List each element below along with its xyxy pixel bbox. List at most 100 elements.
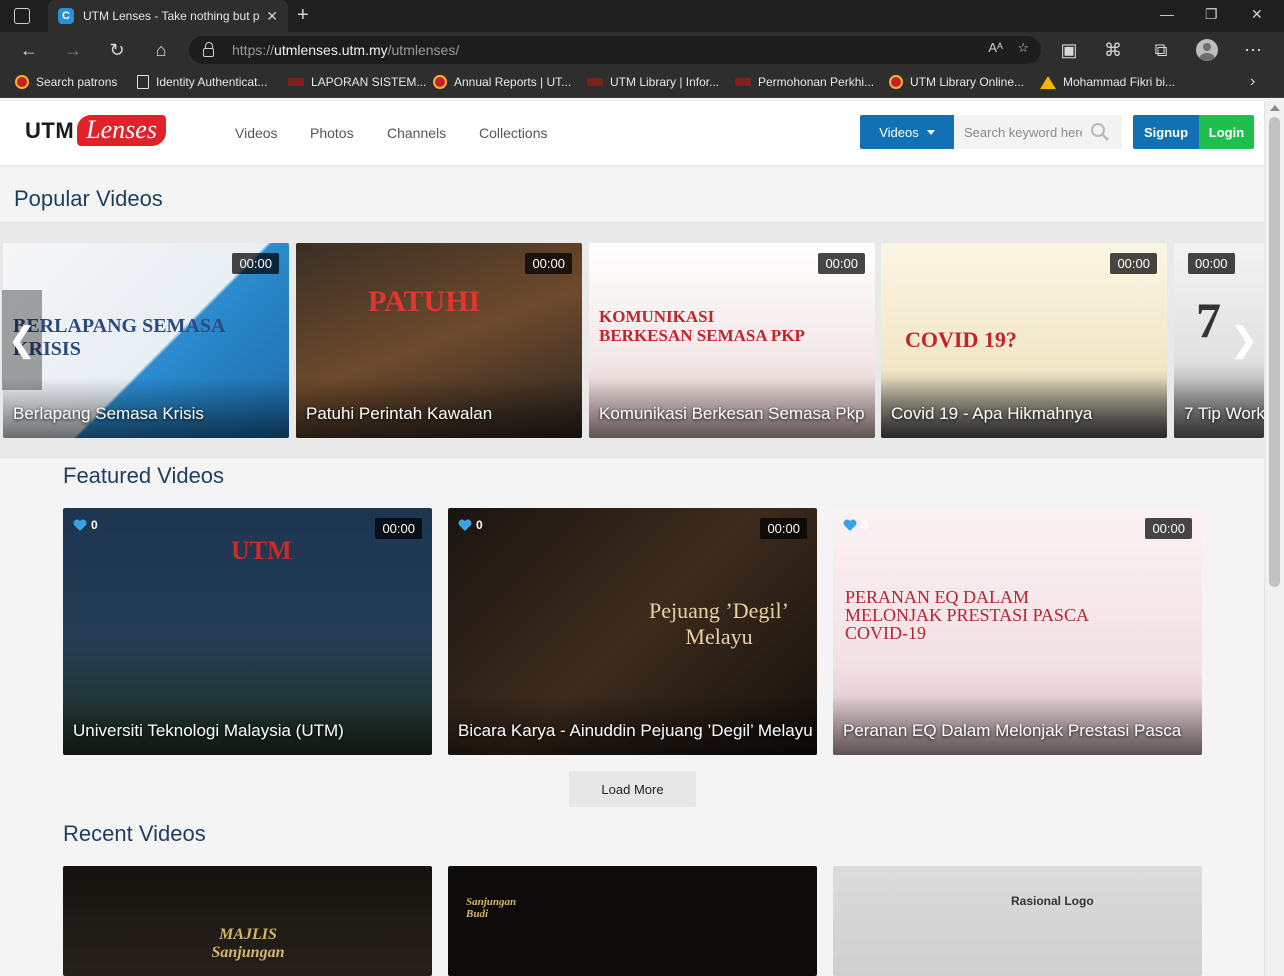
likes-count[interactable]: 0: [843, 518, 868, 532]
utm-seal-icon: [15, 75, 29, 89]
carousel-prev-icon[interactable]: ❮: [2, 290, 42, 390]
red-logo-icon: [288, 78, 304, 86]
browser-toolbar: ← → ↻ ⌂ https://utmlenses.utm.my/utmlens…: [0, 32, 1284, 68]
bookmark-permohonan[interactable]: Permohonan Perkhi...: [735, 75, 874, 89]
video-title[interactable]: Covid 19 - Apa Hikmahnya: [891, 404, 1092, 424]
scroll-up-icon[interactable]: [1270, 105, 1280, 111]
bookmark-laporan-sistem[interactable]: LAPORAN SISTEM...: [288, 75, 426, 89]
caret-down-icon: [926, 129, 935, 135]
url-path: /utmlenses/: [387, 42, 460, 58]
profile-avatar-icon[interactable]: [1196, 39, 1218, 61]
video-title[interactable]: Bicara Karya - Ainuddin Pejuang ’Degil’ …: [458, 721, 813, 741]
bookmark-label: Mohammad Fikri bi...: [1063, 75, 1176, 89]
bookmark-label: LAPORAN SISTEM...: [311, 75, 427, 89]
browser-tab-active[interactable]: C UTM Lenses - Take nothing but pictures…: [48, 0, 288, 32]
recent-video-card[interactable]: Sanjungan Budi: [448, 866, 817, 976]
likes-value: 0: [476, 518, 483, 532]
scrollbar-thumb[interactable]: [1269, 117, 1280, 587]
window-close-icon[interactable]: ✕: [1251, 6, 1263, 23]
login-button[interactable]: Login: [1199, 115, 1254, 149]
address-bar[interactable]: https://utmlenses.utm.my/utmlenses/ Aᴬ ☆: [189, 36, 1041, 64]
video-duration: 00:00: [375, 518, 422, 539]
popular-video-card[interactable]: COVID 19? 00:00 Covid 19 - Apa Hikmahnya: [881, 243, 1167, 438]
carousel-next-icon[interactable]: ❯: [1224, 290, 1264, 390]
back-icon[interactable]: ←: [17, 38, 41, 62]
utm-lenses-logo[interactable]: UTM Lenses: [25, 115, 166, 146]
video-title[interactable]: Peranan EQ Dalam Melonjak Prestasi Pasca: [843, 721, 1181, 741]
restore-icon[interactable]: ❐: [1205, 6, 1218, 23]
new-tab-icon[interactable]: +: [297, 4, 309, 27]
bookmark-mohammad-fikri[interactable]: Mohammad Fikri bi...: [1040, 75, 1175, 89]
recent-video-card[interactable]: Rasional Logo: [833, 866, 1202, 976]
featured-video-card[interactable]: PERANAN EQ DALAM MELONJAK PRESTASI PASCA…: [833, 508, 1202, 755]
bookmark-identity-auth[interactable]: Identity Authenticat...: [137, 75, 267, 89]
bookmarks-more-icon[interactable]: ›: [1250, 73, 1255, 91]
thumbnail-art-text: PATUHI: [368, 285, 481, 318]
popular-video-card[interactable]: PATUHI 00:00 Patuhi Perintah Kawalan: [296, 243, 582, 438]
url-host: utmlenses.utm.my: [274, 42, 388, 58]
likes-count[interactable]: 0: [73, 518, 98, 532]
video-duration: 00:00: [760, 518, 807, 539]
minimize-icon[interactable]: —: [1160, 6, 1174, 22]
read-aloud-label: A: [988, 40, 997, 55]
popular-video-card[interactable]: KOMUNIKASI BERKESAN SEMASA PKP 00:00 Kom…: [589, 243, 875, 438]
search-icon[interactable]: [1090, 122, 1110, 142]
video-title[interactable]: 7 Tip Work: [1184, 404, 1264, 424]
popular-video-card[interactable]: BERLAPANG SEMASA KRISIS 00:00 Berlapang …: [3, 243, 289, 438]
bookmark-annual-reports[interactable]: Annual Reports | UT...: [433, 75, 571, 89]
tab-actions-icon[interactable]: [14, 8, 30, 24]
signup-button[interactable]: Signup: [1133, 115, 1199, 149]
nav-collections[interactable]: Collections: [479, 125, 547, 141]
nav-channels[interactable]: Channels: [387, 125, 446, 141]
video-title[interactable]: Berlapang Semasa Krisis: [13, 404, 204, 424]
recent-videos-heading: Recent Videos: [63, 821, 206, 846]
page-scrollbar[interactable]: [1264, 101, 1284, 976]
collections-icon[interactable]: ⧉: [1149, 38, 1173, 62]
likes-count[interactable]: 0: [458, 518, 483, 532]
video-duration: 00:00: [818, 253, 865, 274]
thumbnail-art-text: Sanjungan Budi: [466, 896, 517, 920]
read-aloud-icon[interactable]: Aᴬ ☆: [988, 40, 1029, 56]
video-title[interactable]: Komunikasi Berkesan Semasa Pkp: [599, 404, 865, 424]
thumbnail-art-text: COVID 19?: [905, 327, 1017, 352]
video-title[interactable]: Patuhi Perintah Kawalan: [306, 404, 492, 424]
tab-close-icon[interactable]: ✕: [266, 8, 278, 25]
more-menu-icon[interactable]: ⋯: [1241, 38, 1265, 62]
site-header: UTM Lenses Videos Photos Channels Collec…: [0, 101, 1264, 165]
bookmarks-bar: Search patrons Identity Authenticat... L…: [0, 68, 1284, 98]
nav-videos[interactable]: Videos: [235, 125, 278, 141]
load-more-button[interactable]: Load More: [569, 771, 696, 807]
search-category-label: Videos: [879, 124, 919, 140]
logo-utm-text: UTM: [25, 117, 75, 143]
google-drive-icon: [1040, 75, 1056, 89]
recent-video-card[interactable]: MAJLIS Sanjungan: [63, 866, 432, 976]
featured-video-card[interactable]: UTM 0 00:00 Universiti Teknologi Malaysi…: [63, 508, 432, 755]
lock-icon[interactable]: [203, 41, 214, 57]
video-duration: 00:00: [525, 253, 572, 274]
forward-icon[interactable]: →: [61, 38, 85, 62]
bookmark-label: UTM Library | Infor...: [610, 75, 720, 89]
red-logo-icon: [587, 78, 603, 86]
logo-lenses-text: Lenses: [77, 115, 166, 146]
search-category-dropdown[interactable]: Videos: [860, 115, 954, 149]
bookmark-utm-library[interactable]: UTM Library | Infor...: [587, 75, 719, 89]
bookmark-search-patrons[interactable]: Search patrons: [15, 75, 117, 89]
bookmark-label: Permohonan Perkhi...: [758, 75, 875, 89]
video-duration: 00:00: [1188, 253, 1235, 274]
thumbnail-art-text: PERANAN EQ DALAM MELONJAK PRESTASI PASCA…: [845, 587, 1088, 643]
featured-video-card[interactable]: Pejuang ’Degil’ Melayu 0 00:00 Bicara Ka…: [448, 508, 817, 755]
extensions-icon[interactable]: ⌘: [1101, 38, 1125, 62]
thumbnail-art-text: Rasional Logo: [1011, 894, 1094, 908]
utm-seal-icon: [889, 75, 903, 89]
url-text: https://utmlenses.utm.my/utmlenses/: [232, 42, 459, 58]
tracking-prevention-icon[interactable]: ▣: [1057, 38, 1081, 62]
bookmark-utm-library-online[interactable]: UTM Library Online...: [889, 75, 1024, 89]
site-favicon-icon: C: [58, 8, 74, 24]
video-duration: 00:00: [1110, 253, 1157, 274]
home-icon[interactable]: ⌂: [149, 38, 173, 62]
likes-value: 0: [861, 518, 868, 532]
nav-photos[interactable]: Photos: [310, 125, 354, 141]
refresh-icon[interactable]: ↻: [105, 38, 129, 62]
video-title[interactable]: Universiti Teknologi Malaysia (UTM): [73, 721, 344, 741]
video-duration: 00:00: [1145, 518, 1192, 539]
